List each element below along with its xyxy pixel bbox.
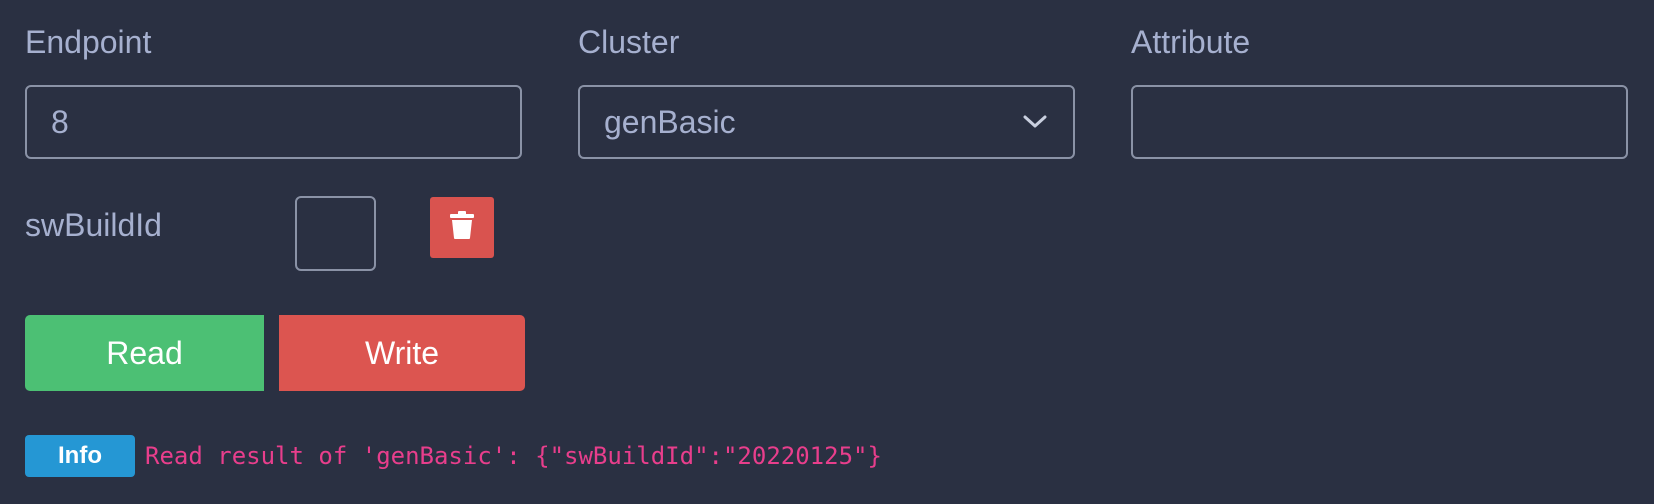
endpoint-value: 8: [51, 103, 69, 140]
read-button[interactable]: Read: [25, 315, 264, 391]
endpoint-label: Endpoint: [25, 24, 152, 60]
attribute-label: Attribute: [1131, 24, 1251, 60]
attribute-input[interactable]: [1131, 85, 1628, 159]
write-button[interactable]: Write: [279, 315, 525, 391]
endpoint-input[interactable]: 8: [25, 85, 522, 159]
chevron-down-icon: [1021, 108, 1049, 136]
trash-icon: [449, 210, 475, 245]
attribute-row-name: swBuildId: [25, 207, 162, 243]
info-badge: Info: [25, 435, 135, 477]
cluster-select[interactable]: genBasic: [578, 85, 1075, 159]
page: Endpoint 8 Cluster genBasic Attribute sw…: [0, 0, 1654, 504]
read-result-message: Read result of 'genBasic': {"swBuildId":…: [145, 442, 882, 470]
cluster-selected-value: genBasic: [604, 103, 736, 140]
cluster-label: Cluster: [578, 24, 680, 60]
attribute-value-checkbox[interactable]: [295, 196, 376, 271]
delete-button[interactable]: [430, 197, 494, 258]
